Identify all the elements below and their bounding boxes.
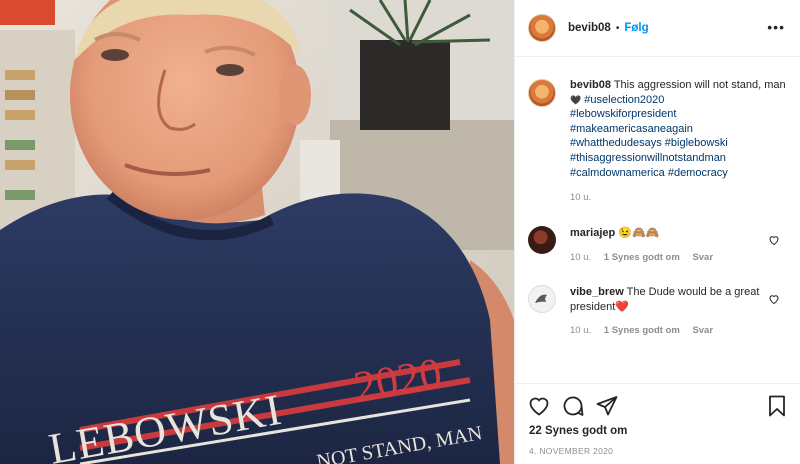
hashtag-link[interactable]: #thisaggressionwillnotstandman xyxy=(570,151,790,166)
comment-body: mariajep 😉🙈🙈 10 u. 1 Synes godt om Svar xyxy=(570,226,770,265)
comment-text: 😉🙈🙈 xyxy=(618,227,660,239)
hashtag-link[interactable]: #calmdownamerica xyxy=(570,167,665,179)
comment-likes[interactable]: 1 Synes godt om xyxy=(604,325,680,336)
caption-body: bevib08 This aggression will not stand, … xyxy=(570,78,790,206)
hashtag-link[interactable]: #uselection2020 xyxy=(584,94,664,106)
follow-button[interactable]: Følg xyxy=(624,22,648,34)
comment-icon[interactable] xyxy=(561,394,585,418)
photo-illustration: LEBOWSKI 2020 NOT STAND, MAN xyxy=(0,0,514,464)
post-photo[interactable]: LEBOWSKI 2020 NOT STAND, MAN xyxy=(0,0,514,464)
heart-icon[interactable] xyxy=(768,234,780,246)
post-date: 4. NOVEMBER 2020 xyxy=(529,446,614,456)
hashtag-link[interactable]: #lebowskiforpresident xyxy=(570,107,790,122)
commenter-avatar[interactable] xyxy=(528,285,556,313)
comment-timestamp[interactable]: 10 u. xyxy=(570,325,591,336)
post-side-panel: bevib08 • Følg ••• bevib08 This aggressi… xyxy=(514,0,800,464)
comment-likes[interactable]: 1 Synes godt om xyxy=(604,252,680,263)
comment-body: vibe_brew The Dude would be a great pres… xyxy=(570,285,770,339)
post-header: bevib08 • Følg ••• xyxy=(515,0,800,57)
heart-icon[interactable] xyxy=(527,394,551,418)
like-count[interactable]: 22 Synes godt om xyxy=(529,425,627,437)
hashtag-link[interactable]: #makeamericasaneagain xyxy=(570,122,790,137)
comment-username[interactable]: mariajep xyxy=(570,227,615,239)
reply-button[interactable]: Svar xyxy=(692,325,713,336)
bird-icon xyxy=(535,294,547,303)
comment-username[interactable]: vibe_brew xyxy=(570,286,624,298)
caption-timestamp[interactable]: 10 u. xyxy=(570,191,790,206)
hashtag-line: #calmdownamerica #democracy xyxy=(570,166,790,181)
hashtag-line: #whatthedudesays #biglebowski xyxy=(570,136,790,151)
comment-item: vibe_brew The Dude would be a great pres… xyxy=(528,285,790,339)
caption-avatar[interactable] xyxy=(528,79,556,107)
header-separator: • xyxy=(615,22,620,34)
caption-text: This aggression will not stand, man xyxy=(613,79,786,91)
bookmark-icon[interactable] xyxy=(765,394,789,418)
caption-username[interactable]: bevib08 xyxy=(570,79,611,91)
reply-button[interactable]: Svar xyxy=(692,252,713,263)
post-actions: 22 Synes godt om 4. NOVEMBER 2020 xyxy=(515,383,800,464)
post-caption: bevib08 This aggression will not stand, … xyxy=(528,78,790,206)
more-options-icon[interactable]: ••• xyxy=(767,20,785,34)
heart-icon[interactable] xyxy=(768,293,780,305)
share-icon[interactable] xyxy=(595,394,619,418)
author-avatar[interactable] xyxy=(528,14,556,42)
commenter-avatar[interactable] xyxy=(528,226,556,254)
hashtag-link[interactable]: #democracy xyxy=(668,167,728,179)
hashtag-link[interactable]: #whatthedudesays xyxy=(570,137,662,149)
comment-item: mariajep 😉🙈🙈 10 u. 1 Synes godt om Svar xyxy=(528,226,790,265)
comment-meta: 10 u. 1 Synes godt om Svar xyxy=(570,324,770,339)
hashtag-link[interactable]: #biglebowski xyxy=(665,137,728,149)
comment-meta: 10 u. 1 Synes godt om Svar xyxy=(570,251,770,266)
author-username[interactable]: bevib08 xyxy=(568,22,611,34)
red-heart-emoji: ❤️ xyxy=(615,300,629,313)
black-heart-emoji: 🖤 xyxy=(570,94,582,105)
comment-timestamp[interactable]: 10 u. xyxy=(570,252,591,263)
